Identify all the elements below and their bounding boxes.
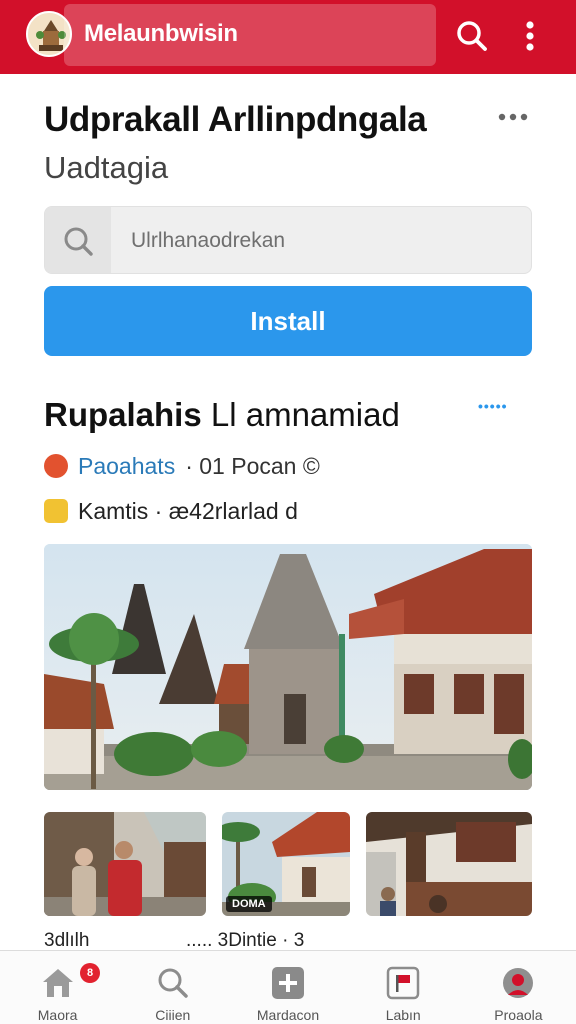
meta-row-tags: Kamtis · æ42rlarlad d [44, 497, 298, 525]
location-badge-icon [44, 454, 68, 478]
village-photo[interactable]: DOMA [222, 812, 350, 916]
profile-icon [503, 968, 534, 998]
meta-row-location: Paoahats · 01 Pocan © [44, 452, 320, 480]
nav-item-add[interactable]: Mardacon [230, 951, 345, 1024]
search-icon[interactable] [452, 16, 492, 56]
search-icon[interactable] [45, 207, 111, 273]
more-vertical-icon[interactable] [512, 16, 548, 56]
gallery-caption-2: ..... 3Dintie · 3 [186, 930, 305, 951]
nav-label: Labın [385, 1007, 421, 1023]
flag-icon [386, 966, 420, 1000]
meta-detail: Kamtis · æ42rlarlad d [78, 497, 298, 524]
tag-icon [44, 499, 68, 523]
nav-label: Ciiien [155, 1007, 191, 1023]
temple-complex-photo[interactable] [44, 544, 532, 790]
section-title: Rupalahis Ll amnamiad [44, 396, 400, 434]
people-photo[interactable] [44, 812, 206, 916]
page-subtitle: Uadtagia [44, 150, 169, 185]
add-icon [272, 967, 304, 999]
nav-label: Mardacon [256, 1007, 320, 1023]
nav-item-search[interactable]: Ciiien [115, 951, 230, 1024]
search-input[interactable] [131, 221, 511, 261]
search-icon [158, 968, 188, 998]
section-title-bold: Rupalahis [44, 396, 202, 433]
home-icon [42, 969, 73, 997]
nav-item-home[interactable]: 8 Maora [0, 951, 115, 1024]
section-title-light: Ll amnamiad [210, 396, 400, 433]
nav-item-profile[interactable]: Proaola [461, 951, 576, 1024]
nav-label: Proaola [494, 1007, 543, 1023]
nav-item-flag[interactable]: Labın [346, 951, 461, 1024]
bottom-nav: 8 Maora Ciiien Mardacon Labın Proaola [0, 950, 576, 1024]
page-title: Udprakall Arllinpdngala [44, 100, 427, 139]
install-button[interactable]: Install [44, 286, 532, 356]
gallery-caption-1: 3dlılh [44, 930, 90, 951]
search-bar [44, 206, 532, 274]
section-more-link[interactable]: ••••• [478, 398, 508, 414]
thumb-label: DOMA [226, 896, 272, 912]
app-title: Melaunbwisin [84, 20, 238, 47]
meta-detail: · 01 Pocan © [185, 452, 320, 479]
meta-link[interactable]: Paoahats [78, 453, 175, 480]
nav-label: Maora [37, 1007, 78, 1023]
notification-badge: 8 [80, 963, 100, 983]
house-photo[interactable] [366, 812, 532, 916]
app-bar: Melaunbwisin [0, 0, 576, 74]
more-horizontal-icon[interactable] [492, 104, 534, 130]
